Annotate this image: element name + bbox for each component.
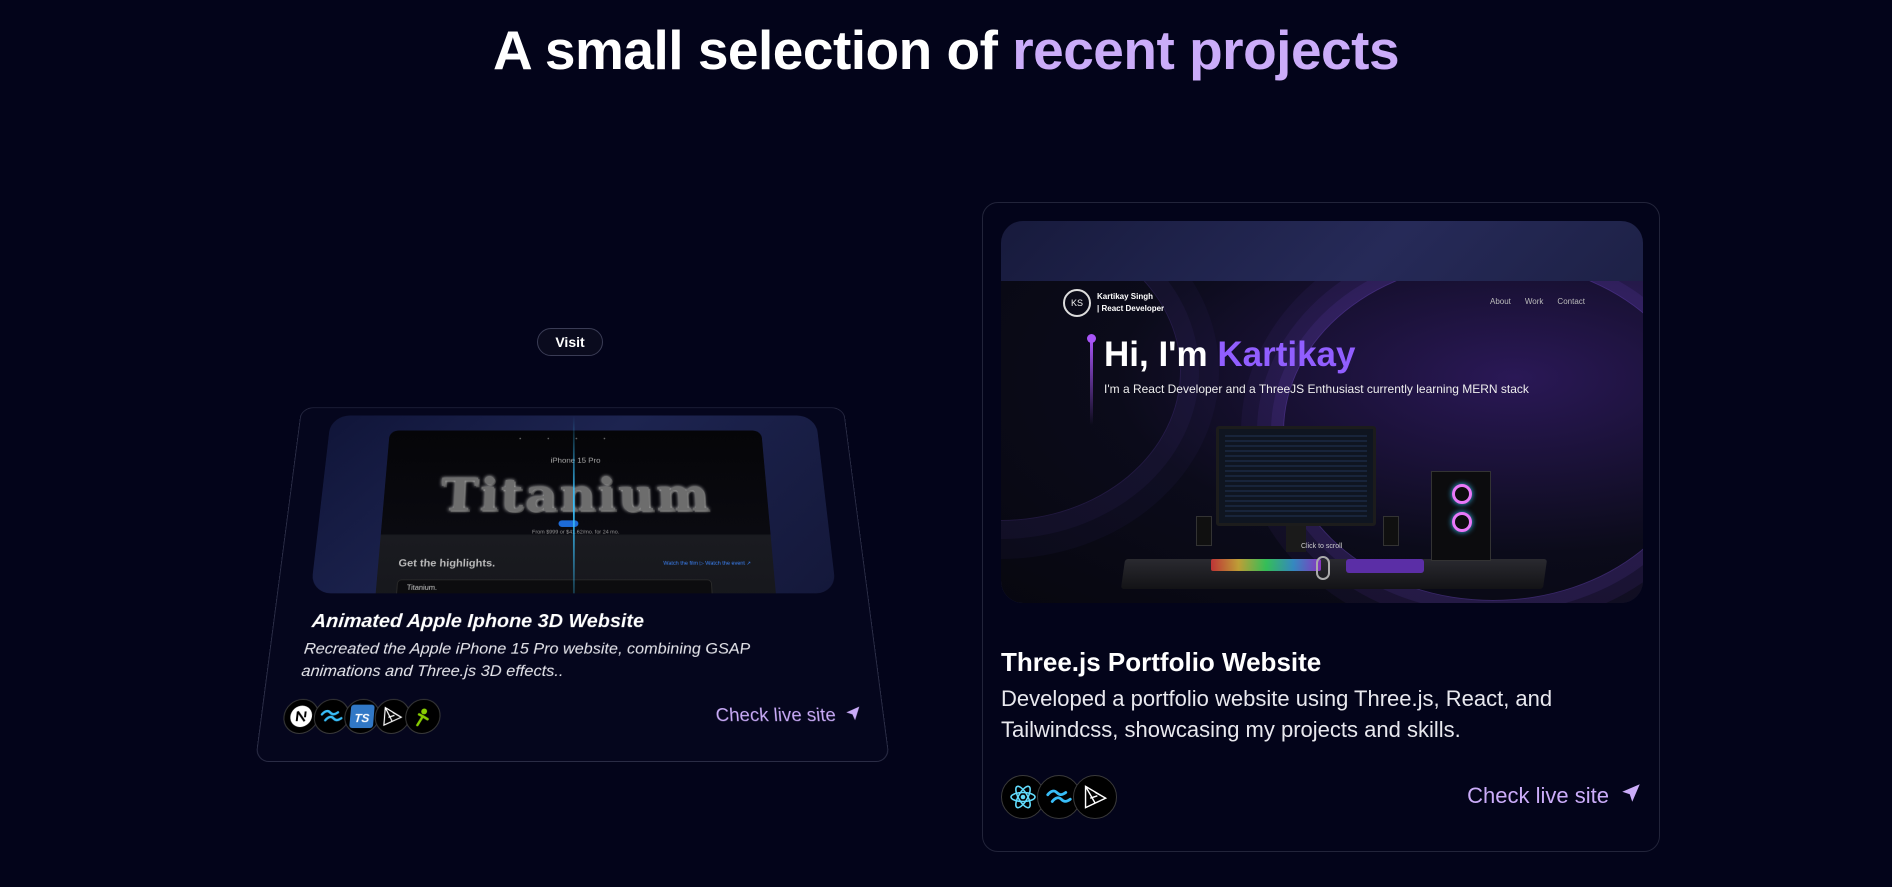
scroll-indicator <box>1316 556 1330 580</box>
tech-stack: TS <box>281 698 442 734</box>
send-arrow-icon <box>845 706 863 727</box>
svg-text:TS: TS <box>354 713 370 725</box>
project-description: Recreated the Apple iPhone 15 Pro websit… <box>300 639 751 680</box>
screenshot-nav-work: Work <box>1524 297 1544 306</box>
gsap-icon <box>403 698 442 734</box>
greeting-text: Hi, I'm <box>1104 335 1218 374</box>
greeting-name: Kartikay <box>1217 335 1356 374</box>
screenshot-highlights: Get the highlights. <box>398 557 496 570</box>
screenshot-hero-text: Titanium <box>439 469 713 522</box>
screenshot-watch-links: Watch the film ▷ Watch the event ↗ <box>663 561 752 567</box>
check-live-site-link[interactable]: Check live site <box>1467 783 1641 809</box>
screenshot-owner: Kartikay Singh | React Developer <box>1097 291 1164 315</box>
monitor-model <box>1216 426 1376 526</box>
visit-pointer-line <box>572 415 575 594</box>
fan-top <box>1452 484 1472 504</box>
screenshot-accent-bar <box>1090 339 1093 425</box>
screenshot-nav-about: About <box>1489 297 1511 306</box>
project-title: Three.js Portfolio Website <box>1001 647 1322 677</box>
project-description: Developed a portfolio website using Thre… <box>1001 686 1553 742</box>
check-live-site-label: Check live site <box>1467 783 1609 808</box>
scroll-label: Click to scroll <box>1301 543 1343 550</box>
heading-prefix: A small selection of <box>492 19 1013 81</box>
fan-bottom <box>1452 512 1472 532</box>
project-title: Animated Apple Iphone 3D Website <box>310 611 645 632</box>
portfolio-site-screenshot: KS Kartikay Singh | React Developer Abou… <box>1001 281 1643 603</box>
speaker-right <box>1383 516 1399 546</box>
screenshot-buy-pill <box>558 520 579 527</box>
project-card-wrap-1: • • • • iPhone 15 Pro Titanium From $999… <box>255 352 890 762</box>
heading-accent: recent projects <box>1012 19 1400 81</box>
pc-tower-model <box>1431 471 1491 561</box>
ks-logo: KS <box>1063 289 1091 317</box>
threejs-icon <box>1073 775 1117 819</box>
project-preview-iphone: • • • • iPhone 15 Pro Titanium From $999… <box>310 415 837 594</box>
check-live-site-link[interactable]: Check live site <box>715 706 863 727</box>
screenshot-nav: • • • • <box>519 436 618 442</box>
owner-role: | React Developer <box>1097 304 1165 313</box>
screenshot-model-label: iPhone 15 Pro <box>550 456 601 465</box>
section-heading: A small selection of recent projects <box>0 18 1892 82</box>
iphone-site-screenshot: • • • • iPhone 15 Pro Titanium From $999… <box>374 430 777 594</box>
desk-model <box>1120 559 1548 589</box>
mousepad-model <box>1346 559 1424 573</box>
screenshot-subtitle: I'm a React Developer and a ThreeJS Enth… <box>1104 382 1529 396</box>
screenshot-nav: About Work Contact <box>1490 297 1585 306</box>
screenshot-nav-contact: Contact <box>1557 297 1585 306</box>
keyboard-model <box>1211 559 1321 571</box>
send-arrow-icon <box>1621 783 1641 809</box>
screenshot-video-box: Titanium. <box>395 579 714 594</box>
visit-button[interactable]: Visit <box>537 328 603 356</box>
project-card-iphone[interactable]: • • • • iPhone 15 Pro Titanium From $999… <box>255 407 890 762</box>
speaker-left <box>1196 516 1212 546</box>
check-live-site-label: Check live site <box>715 705 838 727</box>
monitor-code <box>1225 435 1367 517</box>
project-card-portfolio[interactable]: KS Kartikay Singh | React Developer Abou… <box>982 202 1660 852</box>
project-preview-portfolio: KS Kartikay Singh | React Developer Abou… <box>1001 221 1643 603</box>
screenshot-box-text: Titanium. <box>406 583 438 592</box>
owner-name: Kartikay Singh <box>1097 292 1154 301</box>
screenshot-price: From $999 or $41.62/mo. for 24 mo. <box>531 530 620 536</box>
screenshot-greeting: Hi, I'm Kartikay <box>1104 335 1355 375</box>
